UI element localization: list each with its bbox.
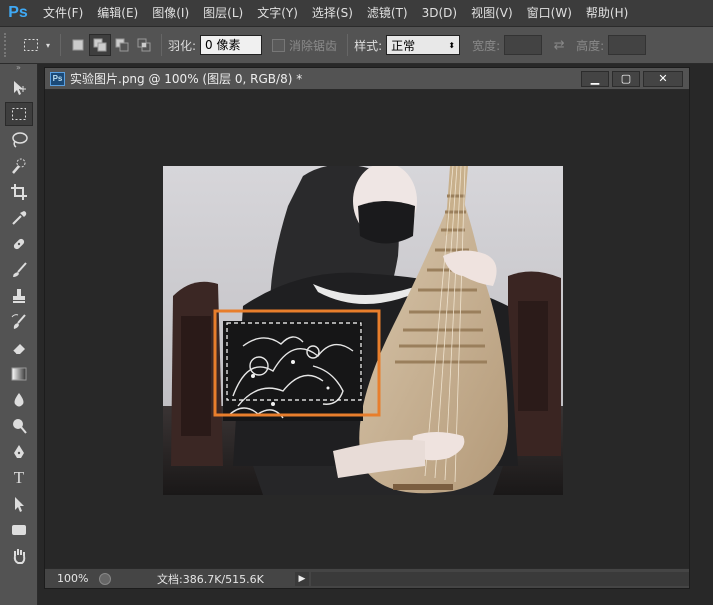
close-button[interactable]: ✕ [643,70,683,87]
add-to-selection-icon[interactable] [89,34,111,56]
chevron-down-icon[interactable]: ▾ [42,34,54,56]
brush-tool-icon[interactable] [5,258,33,282]
intersect-selection-icon[interactable] [133,34,155,56]
swap-icon[interactable]: ⇄ [548,34,570,56]
width-label: 宽度: [472,38,501,53]
canvas-area[interactable] [45,90,689,568]
document-title: 实验图片.png @ 100% (图层 0, RGB/8) * [70,72,303,86]
feather-label: 羽化: [168,38,197,53]
document-window: Ps 实验图片.png @ 100% (图层 0, RGB/8) * ▁ ▢ ✕ [44,67,690,589]
menu-bar: Ps 文件(F) 编辑(E) 图像(I) 图层(L) 文字(Y) 选择(S) 滤… [0,0,713,27]
height-input[interactable] [608,35,647,55]
document-titlebar[interactable]: Ps 实验图片.png @ 100% (图层 0, RGB/8) * ▁ ▢ ✕ [45,68,689,90]
document-ps-icon: Ps [50,71,65,86]
minimize-button[interactable]: ▁ [581,70,609,87]
menu-filter[interactable]: 滤镜(T) [360,0,415,27]
antialias-checkbox[interactable] [272,38,286,52]
height-label: 高度: [576,38,605,53]
width-input[interactable] [504,35,543,55]
menu-3d[interactable]: 3D(D) [415,0,464,27]
status-menu-arrow-icon[interactable]: ▶ [295,571,309,586]
menu-edit[interactable]: 编辑(E) [90,0,145,27]
antialias-label: 消除锯齿 [289,38,338,53]
divider [161,34,162,56]
blur-tool-icon[interactable] [5,388,33,412]
style-select-value: 正常 [391,38,416,53]
marquee-tool-preset-icon[interactable] [20,34,42,56]
rectangular-marquee-tool-icon[interactable] [5,102,33,126]
hand-tool-icon[interactable] [5,544,33,568]
collapse-panel-icon[interactable]: » [0,64,37,74]
menu-view[interactable]: 视图(V) [464,0,520,27]
menu-window[interactable]: 窗口(W) [520,0,579,27]
select-arrows-icon: ⬍ [448,40,456,50]
pen-tool-icon[interactable] [5,440,33,464]
move-tool-icon[interactable] [5,76,33,100]
eyedropper-tool-icon[interactable] [5,206,33,230]
menu-type[interactable]: 文字(Y) [250,0,305,27]
zoom-level[interactable]: 100% [45,572,95,585]
status-info-icon[interactable] [99,572,111,585]
horizontal-scrollbar[interactable] [311,571,689,586]
new-selection-icon[interactable] [67,34,89,56]
tools-panel: » T [0,64,38,605]
quick-selection-tool-icon[interactable] [5,154,33,178]
divider [60,34,61,56]
menu-select[interactable]: 选择(S) [305,0,360,27]
healing-brush-tool-icon[interactable] [5,232,33,256]
menu-layer[interactable]: 图层(L) [196,0,250,27]
dodge-tool-icon[interactable] [5,414,33,438]
document-size: 文档:386.7K/515.6K [157,572,264,586]
photoshop-logo: Ps [8,4,28,21]
rectangle-shape-tool-icon[interactable] [5,518,33,542]
menu-file[interactable]: 文件(F) [36,0,90,27]
options-grip[interactable] [4,33,10,57]
eraser-tool-icon[interactable] [5,336,33,360]
minimize-icon: ▁ [590,72,600,85]
close-icon: ✕ [658,72,668,85]
type-tool-icon[interactable]: T [5,466,33,490]
options-bar: ▾ 羽化: 0 像素 消除锯齿 样式: 正常 ⬍ 宽度: ⇄ 高度: [0,27,713,64]
maximize-button[interactable]: ▢ [612,70,640,87]
subtract-from-selection-icon[interactable] [111,34,133,56]
style-label: 样式: [354,38,383,53]
menu-image[interactable]: 图像(I) [145,0,196,27]
photo-content [163,166,563,495]
menu-help[interactable]: 帮助(H) [579,0,635,27]
style-select[interactable]: 正常 ⬍ [386,35,461,55]
crop-tool-icon[interactable] [5,180,33,204]
lasso-tool-icon[interactable] [5,128,33,152]
canvas-image[interactable] [163,166,563,495]
maximize-icon: ▢ [620,72,632,85]
gradient-tool-icon[interactable] [5,362,33,386]
status-bar: 100% 文档:386.7K/515.6K ▶ [45,568,689,588]
clone-stamp-tool-icon[interactable] [5,284,33,308]
path-selection-tool-icon[interactable] [5,492,33,516]
feather-input[interactable]: 0 像素 [200,35,263,55]
divider [347,34,349,56]
history-brush-tool-icon[interactable] [5,310,33,334]
